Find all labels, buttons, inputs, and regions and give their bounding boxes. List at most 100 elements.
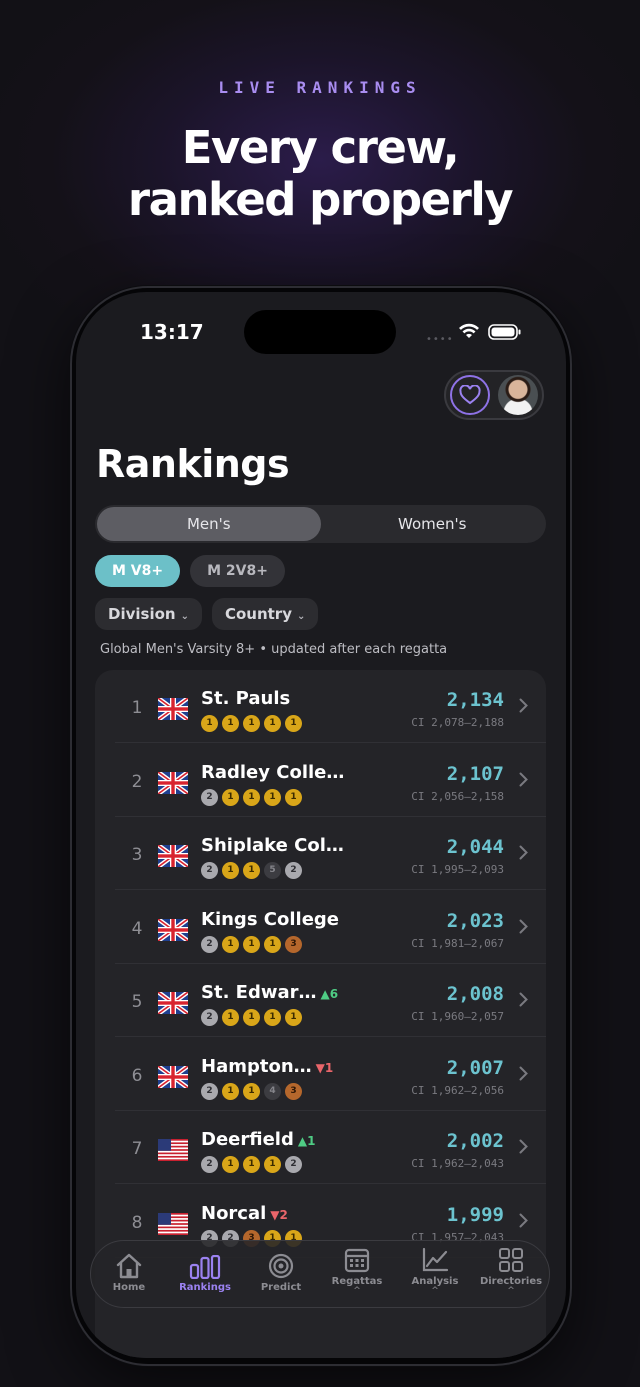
calendar-icon — [344, 1248, 370, 1273]
uk-flag-icon — [156, 843, 190, 869]
medal-history: 21112 — [201, 1156, 302, 1173]
crew-name: Shiplake Col… — [201, 835, 344, 856]
favorites-button[interactable] — [450, 375, 490, 415]
status-icons: •••• — [426, 322, 526, 345]
medal-history: 11111 — [201, 715, 302, 732]
crew-name-text: Radley Colle… — [201, 761, 345, 783]
medal-history: 21111 — [201, 788, 302, 806]
line-chart-icon — [422, 1247, 449, 1272]
medal-history: 21152 — [201, 862, 302, 879]
ranking-row[interactable]: 4 Kings College 2 1 1 1 3 2,023 CI 1,981–2,067 — [95, 891, 546, 964]
uk-flag-icon — [156, 916, 190, 943]
medal-badge: 1 — [222, 1156, 239, 1173]
ranking-row[interactable]: 7 Deerfield ▲1 2 1 1 1 2 2,002 CI 1,962–2,043 — [95, 1111, 546, 1184]
ranking-row[interactable]: 3 Shiplake Col… 2 1 1 5 2 2,044 CI 1,995–2,093 — [95, 817, 546, 890]
rank-number: 5 — [131, 992, 143, 1012]
segment-mens[interactable]: Men's — [97, 507, 321, 541]
chevron-right-icon — [519, 1139, 528, 1158]
grid-icon — [499, 1248, 523, 1272]
tab-home[interactable]: Home — [91, 1249, 167, 1293]
us-flag-icon — [158, 1139, 188, 1161]
chevron-down-icon: ⌄ — [180, 611, 189, 622]
rating-score: 1,999 — [446, 1203, 504, 1226]
header-actions — [444, 370, 544, 420]
rank-change: ▲1 — [297, 1134, 316, 1148]
app-screen: 13:17 •••• Rankings Men's Women's M V8+ … — [76, 292, 566, 1358]
medal-badge: 1 — [264, 935, 281, 953]
chevron-up-icon: ^ — [431, 1286, 439, 1296]
tab-rankings[interactable]: Rankings — [167, 1249, 243, 1293]
chevron-right-icon — [519, 1213, 528, 1232]
wifi-icon — [459, 323, 479, 338]
crew-name: Kings College — [201, 909, 339, 930]
target-icon — [268, 1253, 294, 1279]
confidence-interval: CI 1,960–2,057 — [411, 1010, 504, 1023]
rank-number: 7 — [131, 1139, 143, 1159]
medal-badge: 1 — [285, 788, 302, 806]
medal-badge: 2 — [285, 862, 302, 879]
tab-regattas[interactable]: Regattas ^ — [319, 1243, 395, 1296]
confidence-interval: CI 1,962–2,056 — [411, 1083, 504, 1097]
tab-directories[interactable]: Directories ^ — [473, 1243, 549, 1296]
medal-history: 21113 — [201, 935, 302, 953]
crew-name-text: Deerfield — [201, 1129, 294, 1150]
rating-score: 2,008 — [446, 983, 504, 1005]
profile-avatar[interactable] — [498, 375, 538, 415]
status-time: 13:17 — [140, 320, 204, 344]
rating-score: 2,134 — [446, 689, 504, 711]
ranking-row[interactable]: 2 Radley Colle… 2 1 1 1 1 2,107 CI 2,056–2,158 — [95, 744, 546, 817]
medal-badge: 1 — [264, 788, 281, 806]
promo-kicker: LIVE RANKINGS — [218, 78, 422, 97]
chevron-right-icon — [519, 698, 528, 717]
heart-icon — [459, 385, 481, 405]
crew-name-text: Norcal — [201, 1202, 267, 1224]
medal-badge: 1 — [222, 1009, 239, 1026]
medal-badge: 1 — [243, 1156, 260, 1173]
ranking-row[interactable]: 1 St. Pauls 1 1 1 1 1 2,134 CI 2,078–2,188 — [95, 670, 546, 743]
ranking-row[interactable]: 6 Hampton… ▼1 2 1 1 4 3 2,007 CI 1,962–2,056 — [95, 1038, 546, 1111]
division-filter[interactable]: Division ⌄ — [95, 598, 202, 630]
country-filter-label: Country — [224, 605, 292, 623]
confidence-interval: CI 1,995–2,093 — [411, 863, 504, 876]
confidence-interval: CI 1,962–2,043 — [411, 1157, 504, 1170]
country-filter[interactable]: Country ⌄ — [211, 598, 319, 630]
medal-badge: 5 — [264, 862, 281, 879]
medal-history: 21143 — [201, 1082, 302, 1100]
chevron-down-icon: ⌄ — [297, 611, 306, 622]
tab-analysis[interactable]: Analysis ^ — [397, 1243, 473, 1296]
boat-class-chips: M V8+ M 2V8+ — [95, 555, 285, 587]
segment-womens[interactable]: Women's — [321, 507, 545, 541]
crew-name-text: Shiplake Col… — [201, 835, 344, 856]
medal-badge: 2 — [201, 935, 218, 953]
medal-badge: 2 — [201, 1009, 218, 1026]
medal-badge: 2 — [285, 1156, 302, 1173]
filters-row: Division ⌄ Country ⌄ — [95, 598, 319, 630]
crew-name: Radley Colle… — [201, 762, 344, 783]
rank-number: 3 — [131, 845, 143, 865]
chevron-right-icon — [519, 772, 528, 791]
tab-label: Home — [112, 1282, 146, 1293]
medal-badge: 1 — [243, 715, 260, 732]
gender-segmented-control: Men's Women's — [95, 505, 546, 543]
medal-badge: 2 — [201, 1082, 218, 1100]
tab-predict[interactable]: Predict — [243, 1249, 319, 1293]
medal-badge: 1 — [243, 788, 260, 806]
promo-title: Every crew, ranked properly — [0, 122, 640, 226]
ranking-row[interactable]: 5 St. Edwar… ▲6 2 1 1 1 1 2,008 CI 1,960–2,057 — [95, 964, 546, 1037]
tab-bar: Home Rankings Predict Regattas ^ Analysi… — [90, 1240, 550, 1308]
uk-flag-icon — [156, 990, 190, 1016]
promo-title-line-2: ranked properly — [127, 173, 514, 226]
medal-badge: 2 — [201, 862, 218, 879]
chip-m-2v8[interactable]: M 2V8+ — [190, 555, 285, 587]
uk-flag-icon — [156, 1063, 190, 1090]
chip-m-v8[interactable]: M V8+ — [95, 555, 181, 587]
page-title: Rankings — [96, 442, 290, 486]
medal-badge: 1 — [285, 1009, 302, 1026]
medal-badge: 1 — [285, 715, 302, 732]
chevron-right-icon — [519, 992, 528, 1011]
rating-score: 2,044 — [446, 836, 504, 858]
division-filter-label: Division — [108, 605, 176, 623]
medal-badge: 1 — [222, 788, 239, 806]
crew-name: St. Edwar… ▲6 — [201, 982, 338, 1003]
confidence-interval: CI 2,078–2,188 — [411, 716, 504, 729]
